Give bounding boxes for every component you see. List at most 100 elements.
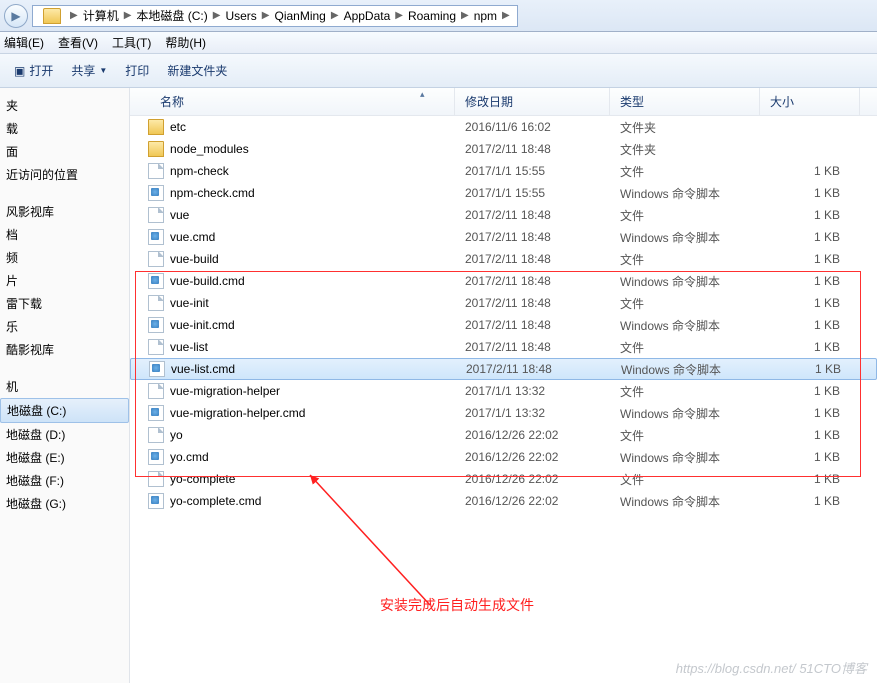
- breadcrumb-segment[interactable]: AppData: [342, 9, 393, 23]
- sidebar-item-drive-g[interactable]: 地磁盘 (G:): [0, 492, 129, 515]
- file-icon: [148, 427, 164, 443]
- sidebar-item[interactable]: 档: [0, 223, 129, 246]
- chevron-right-icon[interactable]: ▶: [328, 10, 342, 21]
- file-type: Windows 命令脚本: [610, 317, 760, 334]
- file-type: Windows 命令脚本: [611, 361, 761, 378]
- file-row[interactable]: etc2016/11/6 16:02文件夹: [130, 116, 877, 138]
- breadcrumb-segment[interactable]: QianMing: [273, 9, 328, 23]
- file-icon: [148, 207, 164, 223]
- file-row[interactable]: vue-build.cmd2017/2/11 18:48Windows 命令脚本…: [130, 270, 877, 292]
- menu-help[interactable]: 帮助(H): [165, 34, 206, 51]
- file-date: 2017/1/1 15:55: [455, 164, 610, 178]
- share-button[interactable]: 共享 ▼: [71, 62, 107, 79]
- chevron-right-icon[interactable]: ▶: [499, 10, 513, 21]
- file-date: 2016/12/26 22:02: [455, 472, 610, 486]
- file-name: vue-init.cmd: [170, 318, 235, 332]
- chevron-right-icon[interactable]: ▶: [392, 10, 406, 21]
- navigation-pane: 夹 载 面 近访问的位置 风影视库 档 频 片 雷下载 乐 酷影视库 机 地磁盘…: [0, 88, 130, 683]
- file-name: vue-migration-helper: [170, 384, 280, 398]
- sidebar-item[interactable]: 酷影视库: [0, 338, 129, 361]
- sidebar-item[interactable]: 近访问的位置: [0, 163, 129, 186]
- file-list-pane: ▴ 名称 修改日期 类型 大小 etc2016/11/6 16:02文件夹nod…: [130, 88, 877, 683]
- breadcrumb-segment[interactable]: Users: [223, 9, 258, 23]
- file-row[interactable]: vue-init2017/2/11 18:48文件1 KB: [130, 292, 877, 314]
- file-type: 文件夹: [610, 119, 760, 136]
- sidebar-item-drive-c[interactable]: 地磁盘 (C:): [0, 398, 129, 423]
- file-row[interactable]: vue-build 2017/2/11 18:48文件1 KB: [130, 248, 877, 270]
- sidebar-item[interactable]: 频: [0, 246, 129, 269]
- file-icon: [148, 251, 164, 267]
- file-name: npm-check: [170, 164, 229, 178]
- cmd-icon: [148, 493, 164, 509]
- file-date: 2017/2/11 18:48: [456, 362, 611, 376]
- file-type: 文件: [610, 207, 760, 224]
- file-row[interactable]: vue2017/2/11 18:48文件1 KB: [130, 204, 877, 226]
- print-button[interactable]: 打印: [125, 62, 149, 79]
- file-row[interactable]: yo-complete2016/12/26 22:02文件1 KB: [130, 468, 877, 490]
- sidebar-item[interactable]: 夹: [0, 94, 129, 117]
- file-type: 文件: [610, 251, 760, 268]
- chevron-right-icon[interactable]: ▶: [121, 10, 135, 21]
- file-row[interactable]: vue-migration-helper2017/1/1 13:32文件1 KB: [130, 380, 877, 402]
- file-name: yo: [170, 428, 183, 442]
- file-date: 2017/2/11 18:48: [455, 318, 610, 332]
- menu-tools[interactable]: 工具(T): [112, 34, 151, 51]
- sidebar-item[interactable]: 载: [0, 117, 129, 140]
- menu-edit[interactable]: 编辑(E): [4, 34, 44, 51]
- file-type: 文件: [610, 427, 760, 444]
- file-size: 1 KB: [760, 164, 860, 178]
- sidebar-item-drive-d[interactable]: 地磁盘 (D:): [0, 423, 129, 446]
- file-row[interactable]: yo2016/12/26 22:02文件1 KB: [130, 424, 877, 446]
- breadcrumb-segment[interactable]: npm: [472, 9, 499, 23]
- open-button[interactable]: ▣ 打开: [14, 62, 53, 79]
- file-size: 1 KB: [760, 472, 860, 486]
- chevron-right-icon[interactable]: ▶: [67, 10, 81, 21]
- file-size: 1 KB: [760, 406, 860, 420]
- file-row[interactable]: vue-list2017/2/11 18:48文件1 KB: [130, 336, 877, 358]
- chevron-right-icon[interactable]: ▶: [458, 10, 472, 21]
- sidebar-item[interactable]: 乐: [0, 315, 129, 338]
- file-name: vue-build: [170, 252, 219, 266]
- file-size: 1 KB: [760, 494, 860, 508]
- column-type[interactable]: 类型: [610, 88, 760, 115]
- breadcrumb-segment[interactable]: Roaming: [406, 9, 458, 23]
- file-icon: [148, 471, 164, 487]
- menu-view[interactable]: 查看(V): [58, 34, 98, 51]
- sidebar-item-drive-f[interactable]: 地磁盘 (F:): [0, 469, 129, 492]
- file-row[interactable]: vue-migration-helper.cmd2017/1/1 13:32Wi…: [130, 402, 877, 424]
- file-row[interactable]: vue-init.cmd2017/2/11 18:48Windows 命令脚本1…: [130, 314, 877, 336]
- file-row[interactable]: npm-check.cmd2017/1/1 15:55Windows 命令脚本1…: [130, 182, 877, 204]
- breadcrumb-segment[interactable]: 本地磁盘 (C:): [134, 7, 209, 24]
- column-name[interactable]: 名称: [130, 88, 455, 115]
- sort-indicator-icon: ▴: [420, 89, 425, 100]
- sidebar-item[interactable]: 雷下载: [0, 292, 129, 315]
- sidebar-item[interactable]: 面: [0, 140, 129, 163]
- sidebar-item[interactable]: 片: [0, 269, 129, 292]
- file-row[interactable]: node_modules2017/2/11 18:48文件夹: [130, 138, 877, 160]
- column-size[interactable]: 大小: [760, 88, 860, 115]
- file-date: 2017/2/11 18:48: [455, 252, 610, 266]
- sidebar-item-computer[interactable]: 机: [0, 375, 129, 398]
- file-row[interactable]: yo.cmd2016/12/26 22:02Windows 命令脚本1 KB: [130, 446, 877, 468]
- file-icon: [148, 383, 164, 399]
- file-icon: [148, 339, 164, 355]
- nav-forward-icon[interactable]: ▶: [4, 4, 28, 28]
- chevron-down-icon: ▼: [99, 66, 107, 75]
- file-date: 2016/12/26 22:02: [455, 428, 610, 442]
- column-date[interactable]: 修改日期: [455, 88, 610, 115]
- file-name: yo-complete.cmd: [170, 494, 261, 508]
- sidebar-item-drive-e[interactable]: 地磁盘 (E:): [0, 446, 129, 469]
- sidebar-item[interactable]: 风影视库: [0, 200, 129, 223]
- new-folder-button[interactable]: 新建文件夹: [167, 62, 227, 79]
- chevron-right-icon[interactable]: ▶: [210, 10, 224, 21]
- file-size: 1 KB: [760, 252, 860, 266]
- column-headers: ▴ 名称 修改日期 类型 大小: [130, 88, 877, 116]
- chevron-right-icon[interactable]: ▶: [259, 10, 273, 21]
- file-row[interactable]: vue-list.cmd2017/2/11 18:48Windows 命令脚本1…: [130, 358, 877, 380]
- file-row[interactable]: yo-complete.cmd2016/12/26 22:02Windows 命…: [130, 490, 877, 512]
- breadcrumb[interactable]: ▶ 计算机 ▶ 本地磁盘 (C:) ▶ Users ▶ QianMing ▶ A…: [32, 5, 518, 27]
- file-row[interactable]: npm-check2017/1/1 15:55文件1 KB: [130, 160, 877, 182]
- address-bar: ▶ ▶ 计算机 ▶ 本地磁盘 (C:) ▶ Users ▶ QianMing ▶…: [0, 0, 877, 32]
- file-row[interactable]: vue.cmd2017/2/11 18:48Windows 命令脚本1 KB: [130, 226, 877, 248]
- breadcrumb-segment[interactable]: 计算机: [81, 7, 121, 24]
